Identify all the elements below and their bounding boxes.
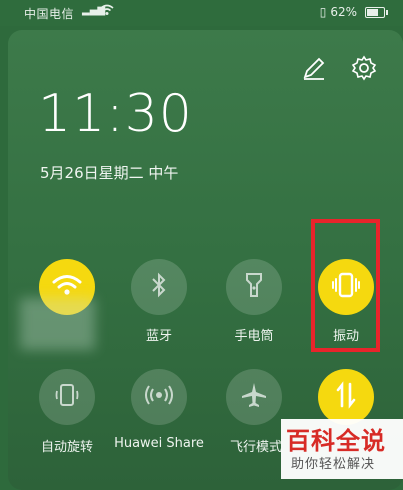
- battery-icon: [365, 6, 388, 18]
- edit-icon[interactable]: [300, 54, 328, 82]
- bluetooth-tile[interactable]: [131, 259, 187, 315]
- bluetooth-label: 蓝牙: [145, 329, 172, 344]
- watermark-title: 百科全说: [286, 427, 386, 455]
- wifi-icon: [52, 273, 82, 301]
- auto-rotate-tile[interactable]: [39, 369, 95, 425]
- data-tile[interactable]: [318, 369, 374, 425]
- highlight-box: [311, 219, 380, 352]
- flashlight-tile[interactable]: [226, 259, 282, 315]
- data-transfer-icon: [335, 381, 357, 413]
- flashlight-icon: [244, 271, 264, 303]
- status-right: ▯ 62%: [319, 5, 388, 19]
- carrier-label: 中国电信: [24, 7, 75, 21]
- status-bar: 中国电信 ▂▄▆ ▯ 62%: [0, 0, 403, 26]
- watermark-logo: 百科全说 助你轻松解决: [281, 419, 403, 479]
- blurred-region: [20, 298, 95, 350]
- auto-rotate-icon: [54, 381, 80, 413]
- watermark-subtitle: 助你轻松解决: [291, 457, 376, 472]
- airplane-icon: [240, 381, 268, 413]
- auto-rotate-label: 自动旋转: [40, 440, 93, 455]
- battery-percent: 62%: [330, 5, 357, 19]
- huawei-share-tile[interactable]: [131, 369, 187, 425]
- clock-time: 11:30: [38, 84, 193, 144]
- bluetooth-icon: [149, 272, 169, 302]
- flashlight-label: 手电筒: [234, 329, 274, 344]
- share-icon: [144, 384, 174, 410]
- settings-gear-icon[interactable]: [350, 54, 378, 82]
- clock-date: 5月26日星期二 中午: [40, 164, 179, 182]
- wifi-status-icon: [100, 4, 114, 19]
- vibrate-status-icon: ▯: [319, 5, 327, 19]
- huawei-share-label: Huawei Share: [114, 436, 204, 451]
- airplane-tile[interactable]: [226, 369, 282, 425]
